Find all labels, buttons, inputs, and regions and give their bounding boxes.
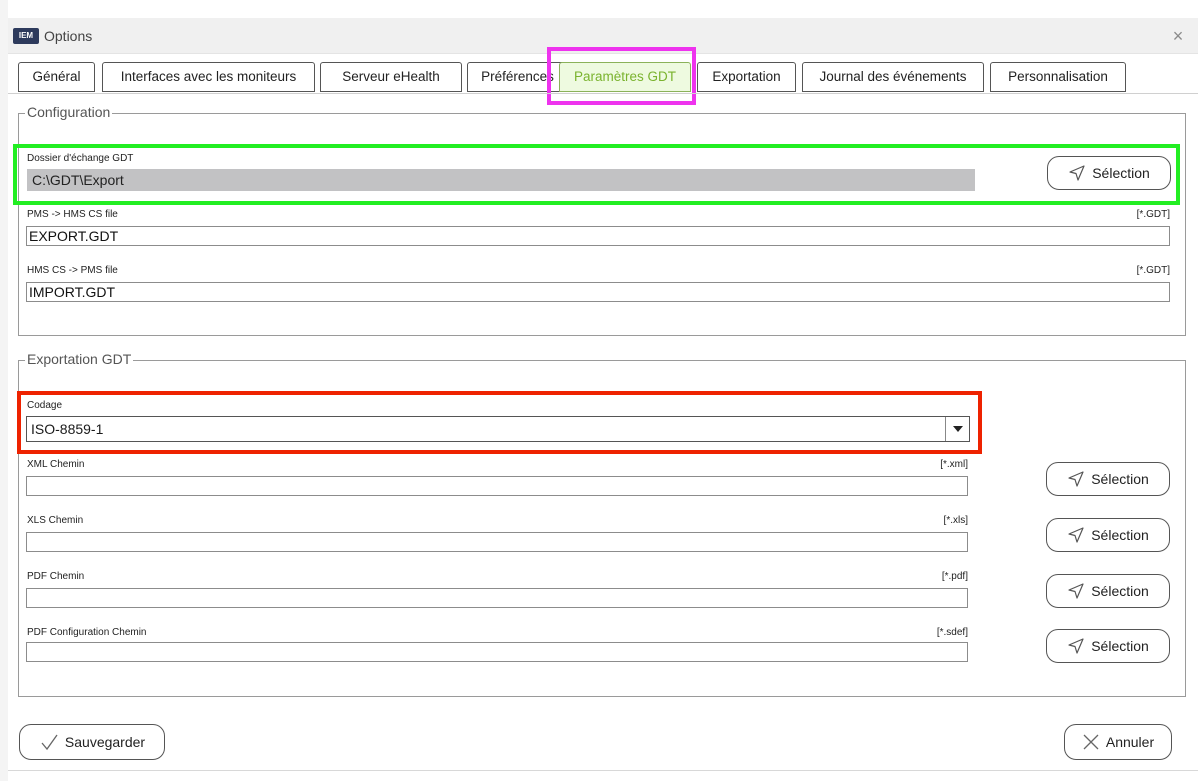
- xls-select-button[interactable]: Sélection: [1046, 518, 1170, 552]
- exchange-folder-highlight: [13, 144, 1180, 205]
- options-dialog: IEM Options × Général Interfaces avec le…: [0, 0, 1204, 781]
- pms-to-hms-input[interactable]: EXPORT.GDT: [26, 226, 1170, 246]
- cross-icon: [1083, 734, 1099, 750]
- checkmark-icon: [41, 734, 58, 751]
- export-gdt-group-title: Exportation GDT: [25, 351, 134, 367]
- window-title: Options: [44, 28, 93, 44]
- pdf-config-path-input[interactable]: [26, 642, 968, 662]
- tab-serveur-ehealth[interactable]: Serveur eHealth: [320, 62, 462, 92]
- hms-to-pms-label: HMS CS -> PMS file: [27, 265, 118, 276]
- cursor-arrow-icon: [1068, 638, 1084, 654]
- hms-to-pms-input[interactable]: IMPORT.GDT: [26, 282, 1170, 302]
- tab-personnalisation[interactable]: Personnalisation: [990, 62, 1126, 92]
- cursor-arrow-icon: [1068, 527, 1084, 543]
- active-tab-highlight: [547, 47, 696, 105]
- pdf-path-ext: [*.pdf]: [941, 571, 968, 582]
- xls-path-label: XLS Chemin: [27, 515, 84, 526]
- background-window-edge: [0, 0, 8, 781]
- cursor-arrow-icon: [1068, 583, 1084, 599]
- close-icon[interactable]: ×: [1166, 24, 1190, 48]
- xml-path-label: XML Chemin: [27, 459, 85, 470]
- pms-to-hms-label: PMS -> HMS CS file: [27, 209, 118, 220]
- xls-select-label: Sélection: [1091, 527, 1149, 543]
- xls-path-input[interactable]: [26, 532, 968, 552]
- save-button-label: Sauvegarder: [64, 734, 146, 750]
- pdf-config-select-label: Sélection: [1091, 638, 1149, 654]
- cursor-arrow-icon: [1068, 471, 1084, 487]
- xml-path-ext: [*.xml]: [940, 459, 968, 470]
- tab-journal-evenements[interactable]: Journal des événements: [802, 62, 984, 92]
- save-button[interactable]: Sauvegarder: [19, 724, 165, 760]
- footer-divider: [8, 770, 1198, 771]
- tab-general[interactable]: Général: [18, 62, 95, 92]
- pdf-config-path-label: PDF Configuration Chemin: [27, 627, 147, 638]
- pdf-path-input[interactable]: [26, 588, 968, 608]
- cancel-button[interactable]: Annuler: [1064, 724, 1172, 760]
- cancel-button-label: Annuler: [1105, 734, 1155, 750]
- tab-interfaces-moniteurs[interactable]: Interfaces avec les moniteurs: [102, 62, 315, 92]
- pdf-config-path-ext: [*.sdef]: [936, 627, 968, 638]
- pdf-select-label: Sélection: [1091, 583, 1149, 599]
- pdf-select-button[interactable]: Sélection: [1046, 574, 1170, 608]
- xml-path-input[interactable]: [26, 476, 968, 496]
- pms-to-hms-ext: [*.GDT]: [1136, 209, 1170, 220]
- tab-exportation[interactable]: Exportation: [697, 62, 796, 92]
- app-logo: IEM: [13, 28, 39, 44]
- tab-panel-divider: [8, 93, 1198, 94]
- pdf-path-label: PDF Chemin: [27, 571, 85, 582]
- xml-select-button[interactable]: Sélection: [1046, 462, 1170, 496]
- codage-highlight: [17, 391, 982, 454]
- pdf-config-select-button[interactable]: Sélection: [1046, 629, 1170, 663]
- configuration-group-title: Configuration: [25, 104, 113, 120]
- xml-select-label: Sélection: [1091, 471, 1149, 487]
- hms-to-pms-ext: [*.GDT]: [1136, 265, 1170, 276]
- xls-path-ext: [*.xls]: [943, 515, 968, 526]
